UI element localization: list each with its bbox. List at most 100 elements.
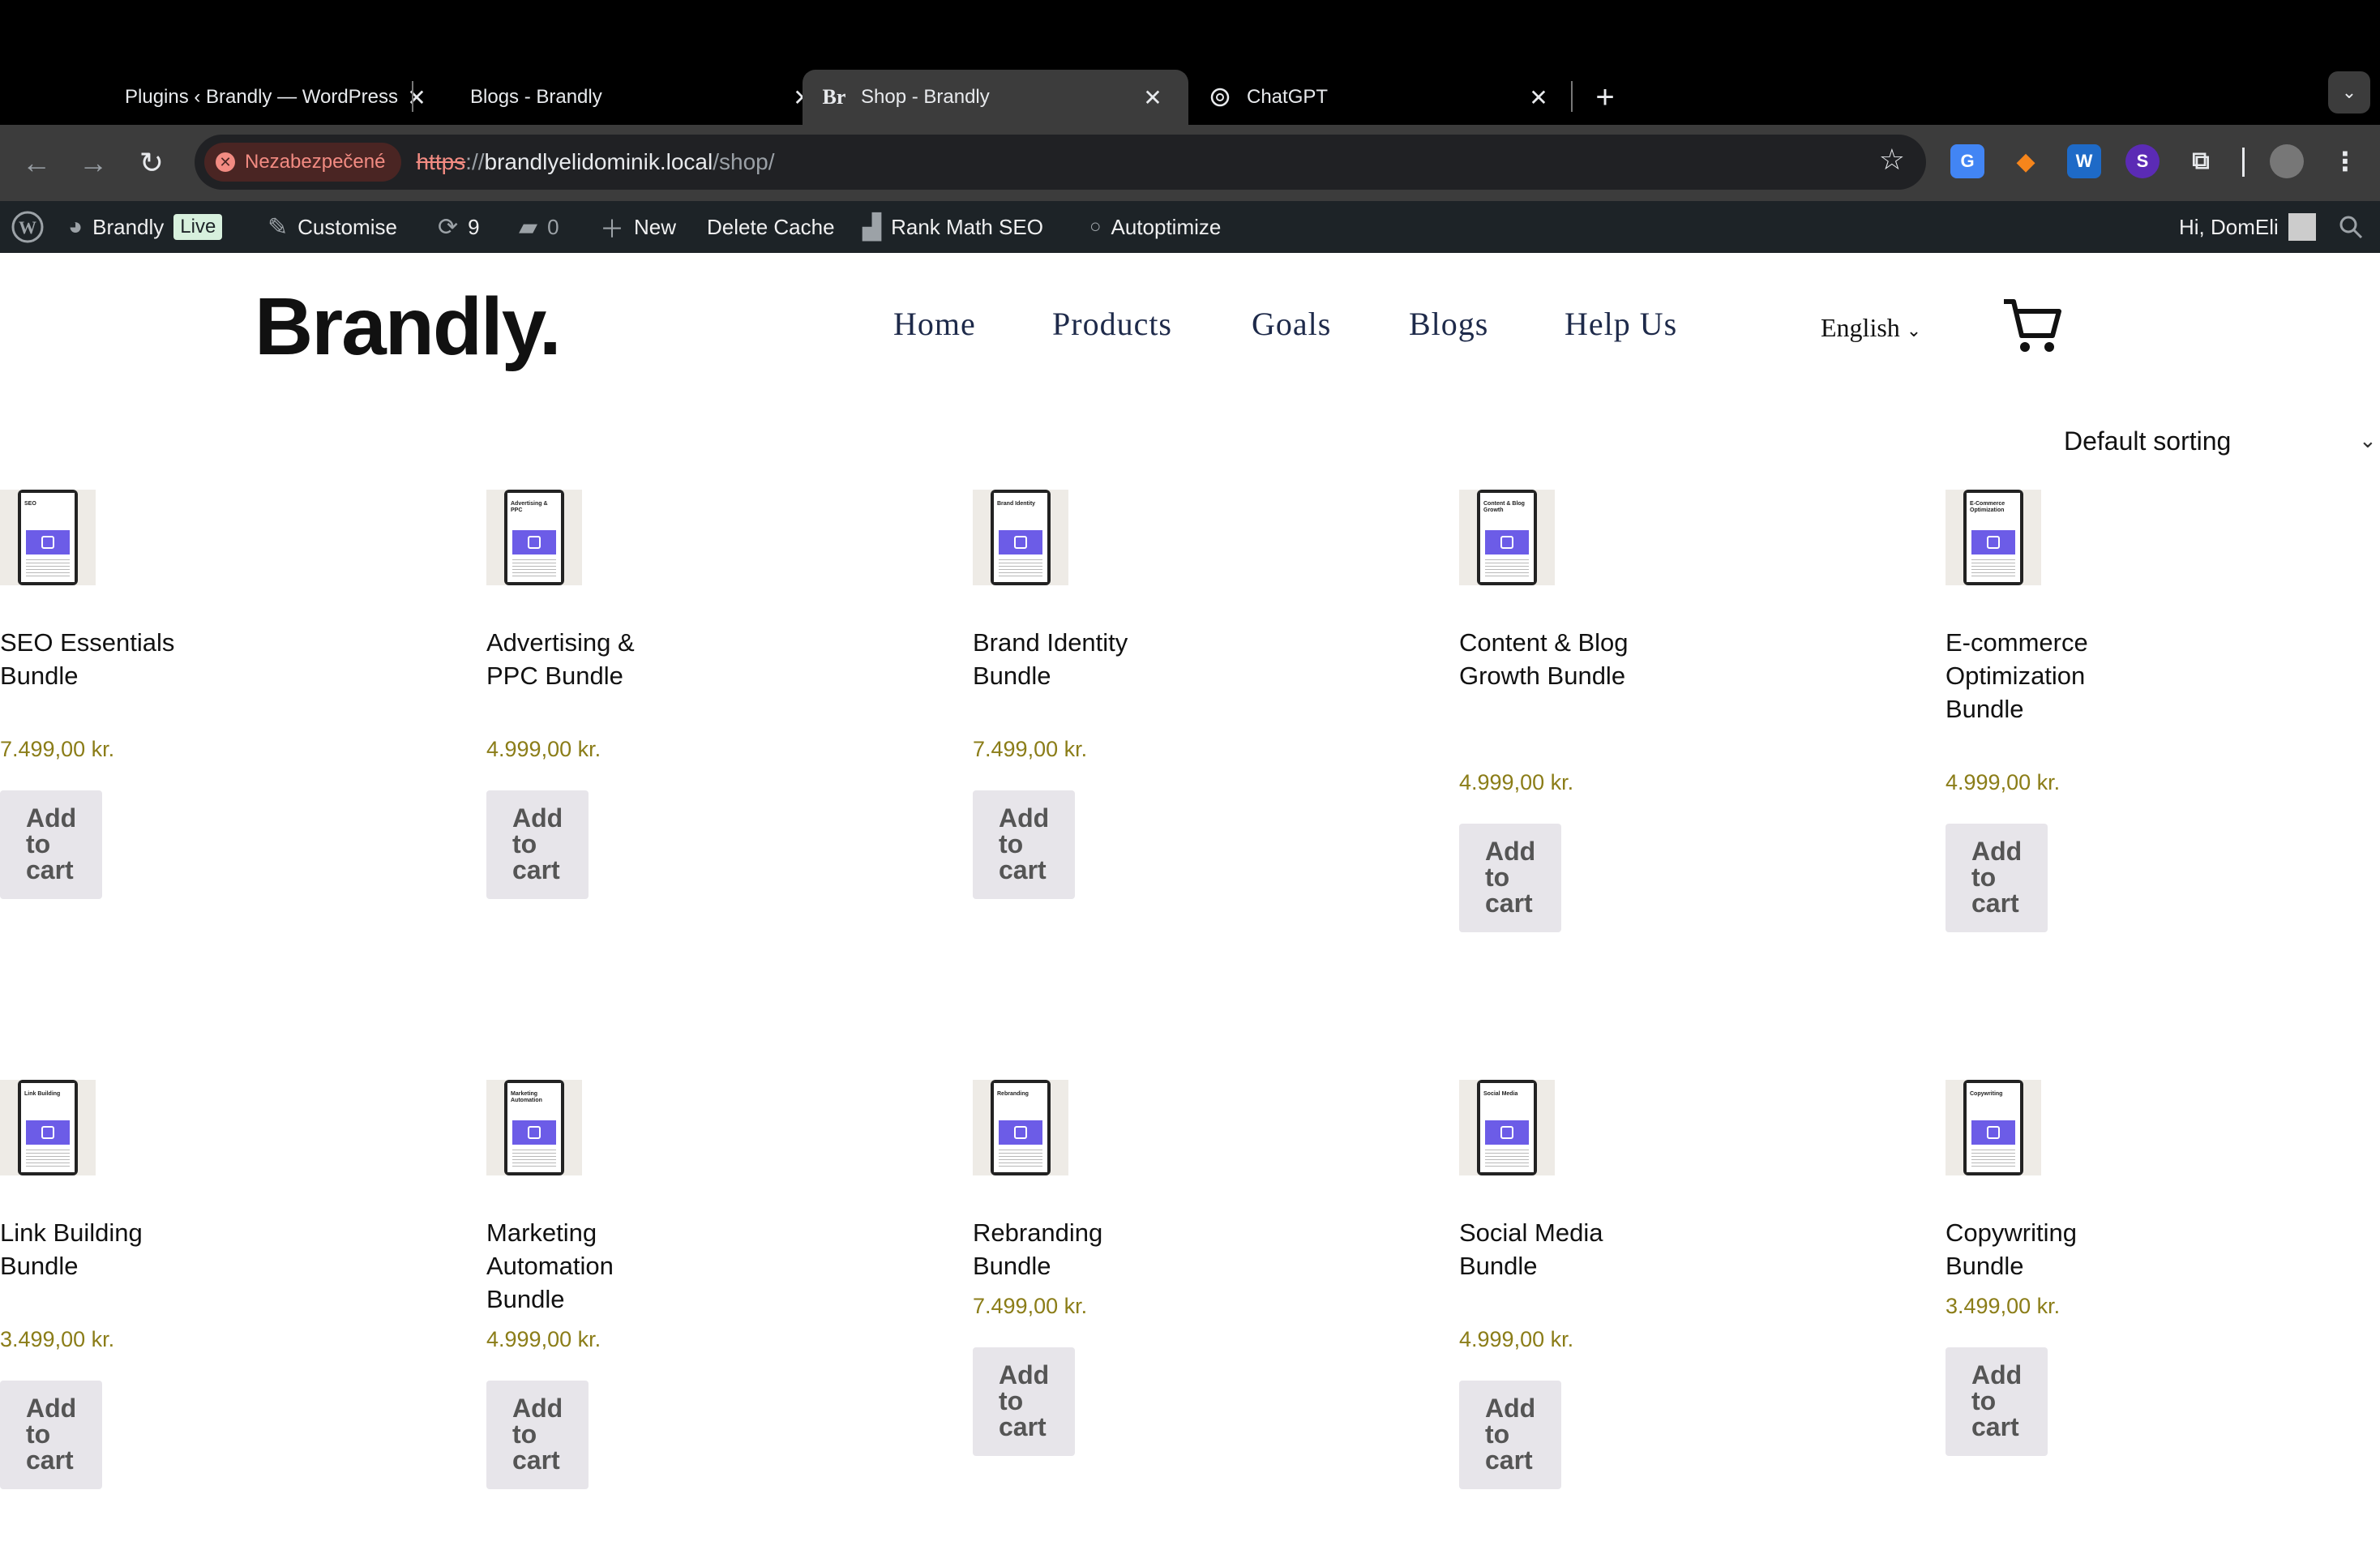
adminbar-updates[interactable]: ⟳ 9: [438, 201, 480, 253]
add-to-cart-button[interactable]: Add to cart: [1459, 824, 1561, 932]
thumb-title: Marketing Automation: [511, 1091, 542, 1103]
nav-goals[interactable]: Goals: [1252, 305, 1331, 343]
wordpress-logo-icon[interactable]: W: [11, 201, 44, 253]
updates-count: 9: [468, 214, 480, 239]
add-to-cart-button[interactable]: Add to cart: [0, 790, 102, 899]
product-name[interactable]: Content & Blog Growth Bundle: [1459, 626, 1654, 692]
add-to-cart-label: Add to cart: [1971, 837, 2023, 918]
warning-icon: ✕: [216, 152, 235, 172]
tab-search-button[interactable]: ⌄: [2328, 71, 2370, 113]
bookmark-star-icon[interactable]: ☆: [1879, 143, 1905, 177]
product-image[interactable]: Marketing Automation: [486, 1080, 582, 1175]
tab-blogs[interactable]: Blogs - Brandly ✕: [452, 70, 838, 125]
product-name[interactable]: Social Media Bundle: [1459, 1216, 1654, 1282]
word-extension-icon[interactable]: W: [2067, 144, 2101, 178]
google-translate-icon[interactable]: G: [1950, 144, 1984, 178]
product-image[interactable]: Advertising & PPC: [486, 490, 582, 585]
comment-icon: ▰: [519, 213, 538, 241]
language-switcher[interactable]: English ⌄: [1821, 313, 1921, 343]
adminbar-autoptimize[interactable]: ○ Autoptimize: [1089, 201, 1221, 253]
site-logo[interactable]: Brandly.: [255, 280, 562, 374]
product-image[interactable]: Social Media: [1459, 1080, 1555, 1175]
add-to-cart-button[interactable]: Add to cart: [486, 790, 589, 899]
profile-avatar[interactable]: [2270, 144, 2304, 178]
add-to-cart-button[interactable]: Add to cart: [0, 1381, 102, 1489]
product-image[interactable]: Link Building: [0, 1080, 96, 1175]
url-text[interactable]: https://brandlyelidominik.local/shop/: [416, 149, 774, 175]
add-to-cart-label: Add to cart: [1971, 1360, 2023, 1441]
security-chip[interactable]: ✕ Nezabezpečené: [204, 143, 402, 182]
extensions-puzzle-icon[interactable]: ⧉: [2184, 144, 2218, 178]
sorting-select[interactable]: Default sorting: [2064, 426, 2231, 456]
product-name[interactable]: Link Building Bundle: [0, 1216, 195, 1282]
url-scheme: https: [416, 149, 466, 174]
add-to-cart-button[interactable]: Add to cart: [973, 1347, 1075, 1456]
nav-home[interactable]: Home: [893, 305, 976, 343]
product-image[interactable]: Rebranding: [973, 1080, 1068, 1175]
tab-title: Blogs - Brandly: [470, 86, 602, 108]
add-to-cart-button[interactable]: Add to cart: [973, 790, 1075, 899]
tab-plugins[interactable]: Plugins ‹ Brandly — WordPress ✕: [66, 70, 452, 125]
adminbar-delete-cache[interactable]: Delete Cache: [707, 201, 835, 253]
thumb-title: Social Media: [1483, 1091, 1518, 1097]
phone-screen: Advertising & PPC: [507, 493, 561, 582]
phone-mockup: Link Building: [18, 1080, 78, 1175]
product-image[interactable]: SEO: [0, 490, 96, 585]
adminbar-comments[interactable]: ▰ 0: [519, 201, 559, 253]
thumb-graphic: [26, 530, 70, 554]
product-name[interactable]: Advertising & PPC Bundle: [486, 626, 681, 692]
thumb-graphic: [999, 530, 1042, 554]
close-icon[interactable]: ✕: [400, 81, 433, 113]
s-extension-icon[interactable]: S: [2125, 144, 2160, 178]
add-to-cart-button[interactable]: Add to cart: [1459, 1381, 1561, 1489]
thumb-text-lines: [1971, 559, 2015, 579]
add-to-cart-label: Add to cart: [1485, 1394, 1536, 1475]
search-icon[interactable]: [2338, 201, 2364, 253]
product-name[interactable]: E-commerce Optimization Bundle: [1946, 626, 2140, 726]
new-tab-button[interactable]: +: [1582, 75, 1628, 120]
product-name[interactable]: Marketing Automation Bundle: [486, 1216, 681, 1316]
add-to-cart-button[interactable]: Add to cart: [486, 1381, 589, 1489]
add-to-cart-button[interactable]: Add to cart: [1946, 824, 2048, 932]
forward-button[interactable]: →: [73, 143, 113, 183]
add-to-cart-label: Add to cart: [999, 803, 1050, 884]
back-button[interactable]: ←: [16, 143, 57, 183]
product-price: 4.999,00 kr.: [486, 737, 601, 761]
nav-help-us[interactable]: Help Us: [1565, 305, 1677, 343]
thumb-graphic: [512, 530, 556, 554]
thumb-title: Content & Blog Growth: [1483, 501, 1525, 513]
thumb-title: Link Building: [24, 1091, 61, 1097]
product-price: 4.999,00 kr.: [1459, 1327, 1574, 1351]
adminbar-account[interactable]: Hi, DomEli: [2179, 201, 2316, 253]
nav-products[interactable]: Products: [1052, 305, 1172, 343]
cart-icon[interactable]: [2002, 297, 2062, 355]
tab-title: ChatGPT: [1247, 86, 1329, 108]
address-bar[interactable]: ✕ Nezabezpečené https://brandlyelidomini…: [195, 135, 1926, 190]
adminbar-customise[interactable]: ✎ Customise: [268, 201, 397, 253]
tab-shop[interactable]: Br Shop - Brandly ✕: [803, 70, 1188, 125]
adminbar-rank-math[interactable]: ▟ Rank Math SEO: [863, 201, 1043, 253]
nav-blogs[interactable]: Blogs: [1409, 305, 1488, 343]
close-icon[interactable]: ✕: [1522, 81, 1555, 113]
thumb-title: SEO: [24, 501, 36, 507]
metamask-icon[interactable]: ◆: [2009, 144, 2043, 178]
site-name: Brandly: [92, 214, 165, 239]
product-image[interactable]: Content & Blog Growth: [1459, 490, 1555, 585]
product-image[interactable]: Copywriting: [1946, 1080, 2041, 1175]
product-name[interactable]: Brand Identity Bundle: [973, 626, 1167, 692]
adminbar-site[interactable]: ◕ Brandly Live: [68, 201, 223, 253]
product-name[interactable]: Copywriting Bundle: [1946, 1216, 2140, 1282]
product-image[interactable]: Brand Identity: [973, 490, 1068, 585]
tab-chatgpt[interactable]: ChatGPT ✕: [1188, 70, 1574, 125]
product-name[interactable]: SEO Essentials Bundle: [0, 626, 195, 692]
adminbar-new[interactable]: ＋ New: [600, 201, 676, 253]
product-name[interactable]: Rebranding Bundle: [973, 1216, 1167, 1282]
product-image[interactable]: E-Commerce Optimization: [1946, 490, 2041, 585]
add-to-cart-button[interactable]: Add to cart: [1946, 1347, 2048, 1456]
rank-math-icon: ▟: [863, 213, 882, 241]
more-menu-icon[interactable]: ⋮: [2328, 144, 2362, 178]
reload-button[interactable]: ↻: [131, 143, 172, 183]
new-label: New: [634, 214, 677, 239]
chevron-down-icon[interactable]: ⌄: [2359, 428, 2377, 453]
close-icon[interactable]: ✕: [1136, 81, 1169, 113]
